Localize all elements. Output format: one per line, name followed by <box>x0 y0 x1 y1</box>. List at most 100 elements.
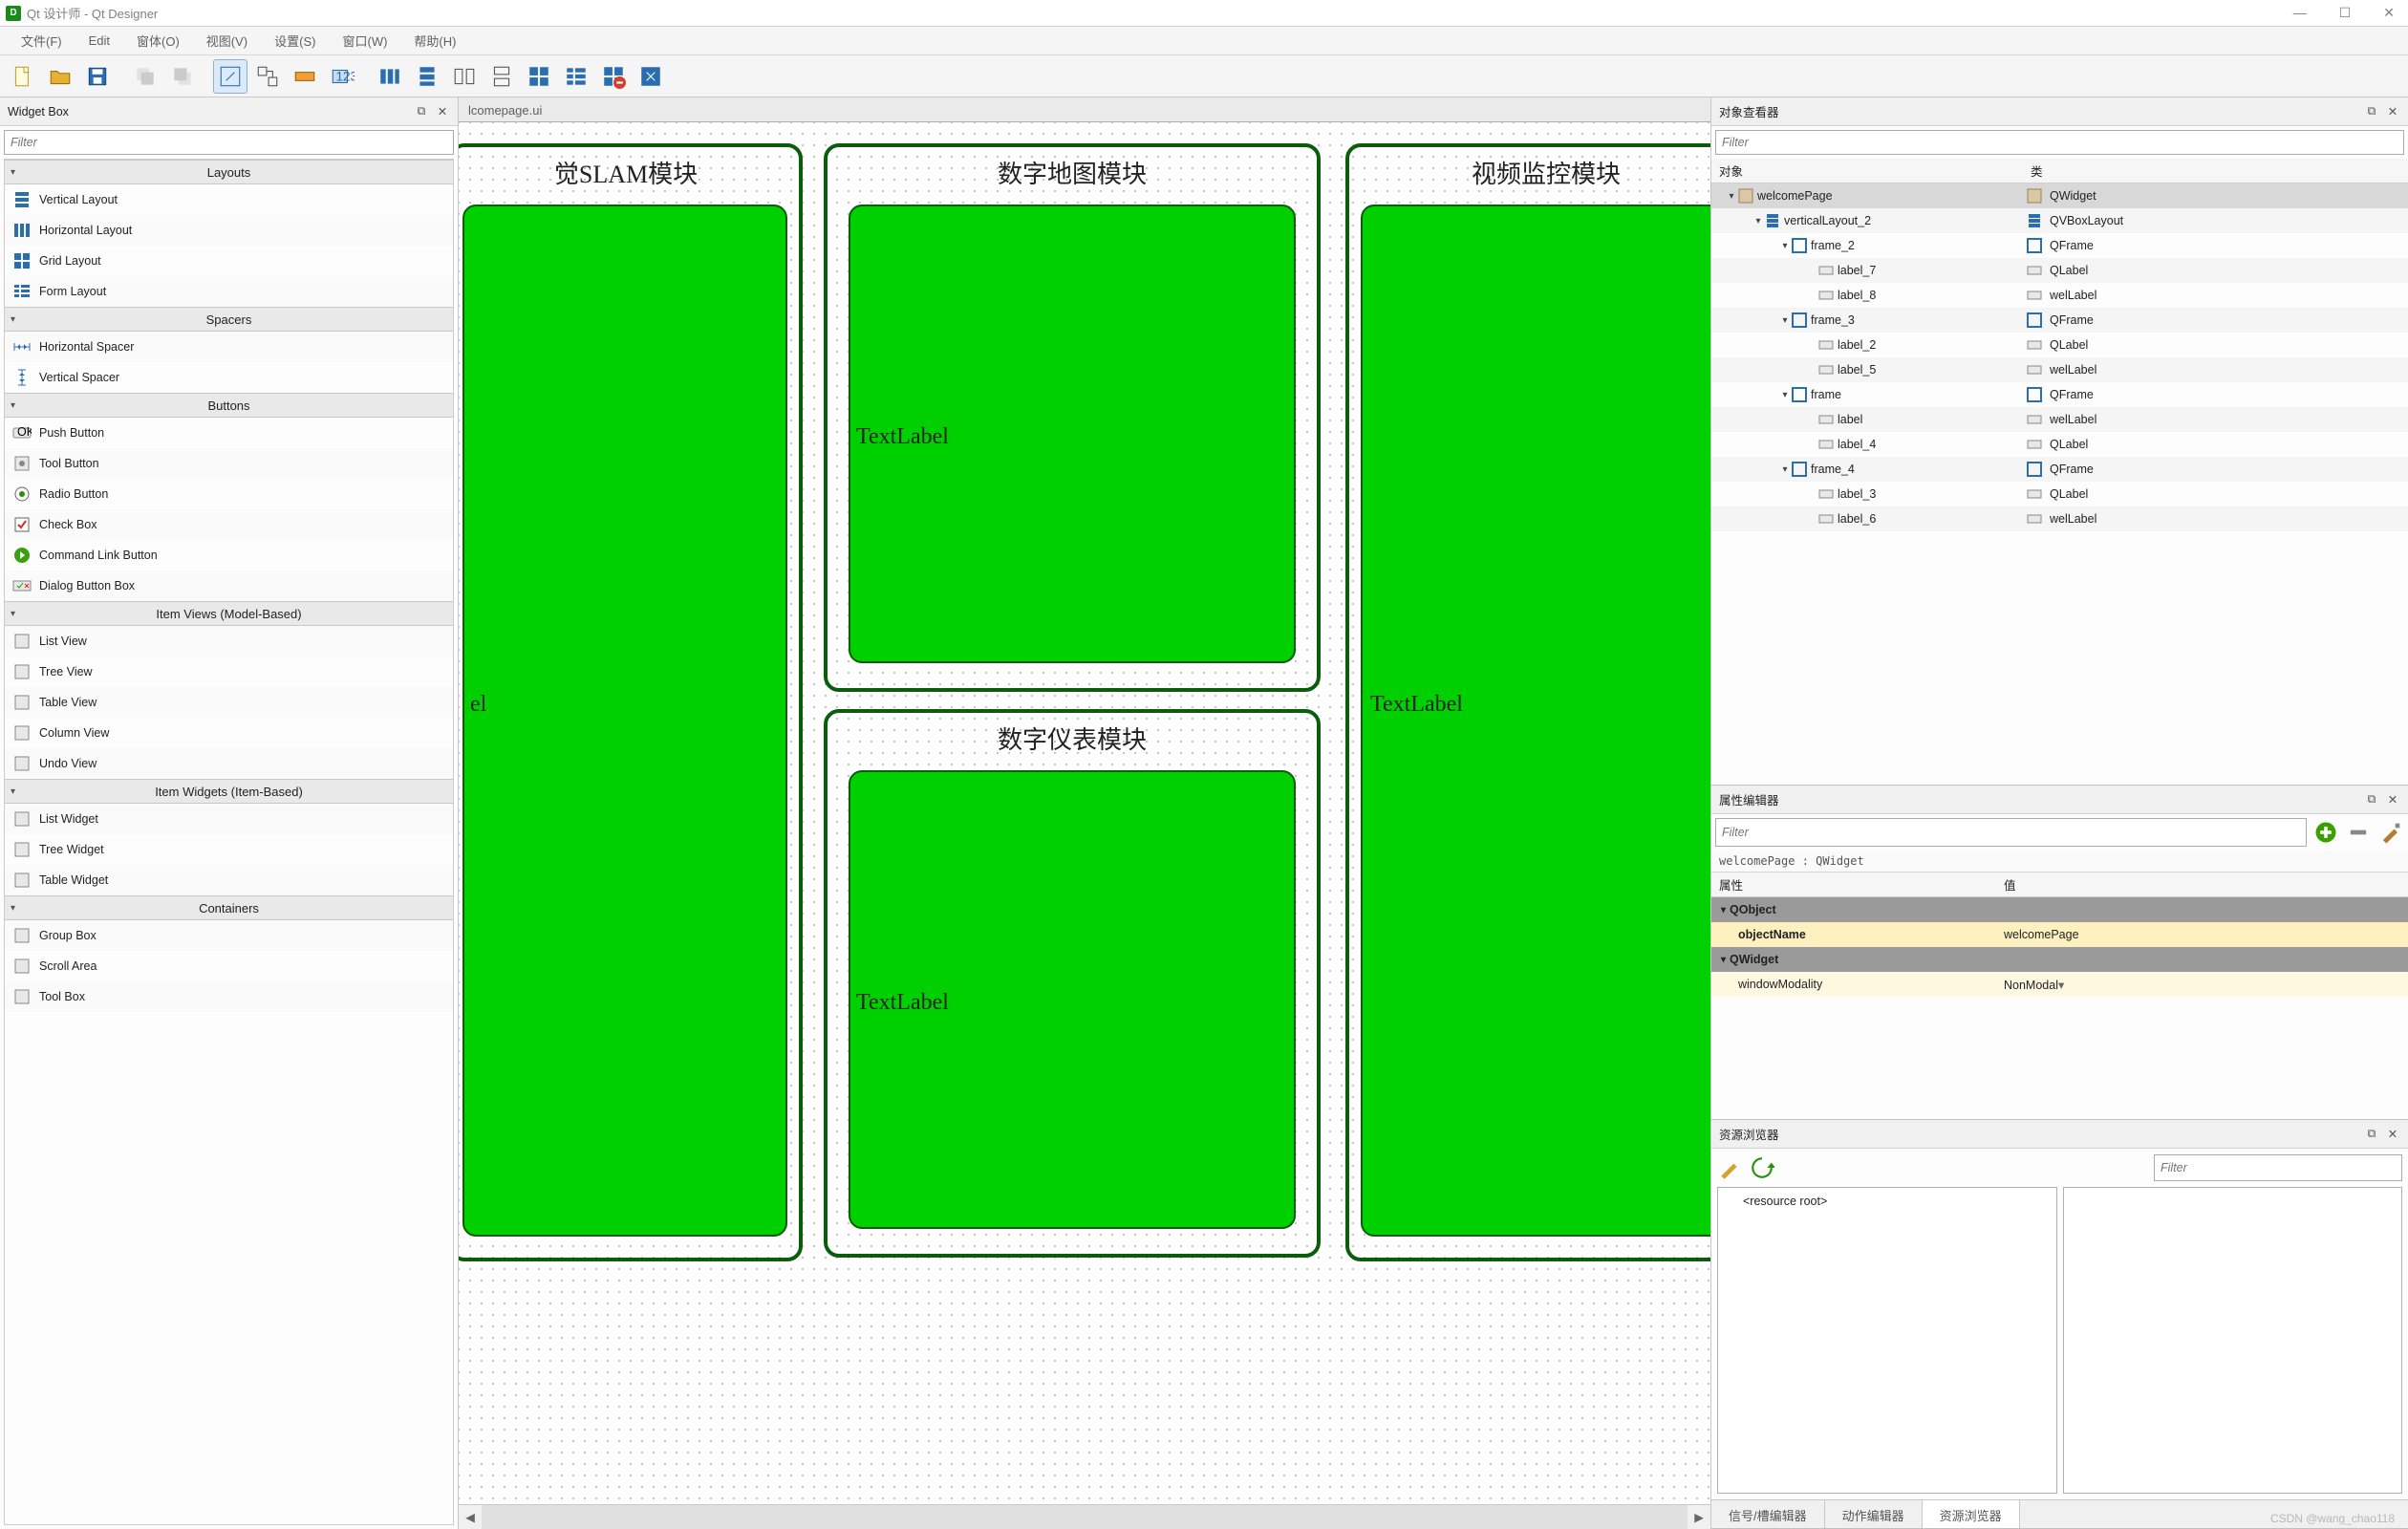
minimize-icon[interactable]: — <box>2293 5 2307 21</box>
widget-item[interactable]: Vertical Spacer <box>5 362 453 393</box>
widget-item[interactable]: Group Box <box>5 920 453 951</box>
widget-item[interactable]: List Widget <box>5 804 453 834</box>
widget-item[interactable]: Tree View <box>5 657 453 687</box>
layout-vertical-button[interactable] <box>410 59 444 94</box>
resource-filter[interactable] <box>2154 1154 2402 1181</box>
property-row[interactable]: windowModalityNonModal▾ <box>1711 972 2408 997</box>
close-panel-icon[interactable]: ✕ <box>435 104 450 118</box>
object-inspector-filter[interactable] <box>1715 130 2404 155</box>
widget-item[interactable]: Vertical Layout <box>5 184 453 215</box>
widget-box-filter[interactable] <box>4 130 454 155</box>
object-tree-row[interactable]: ▾frame_3QFrame <box>1711 308 2408 333</box>
widget-category[interactable]: ▾Buttons <box>5 393 453 418</box>
widget-item[interactable]: Tool Button <box>5 448 453 479</box>
property-row[interactable]: ▾ QWidget <box>1711 947 2408 972</box>
layout-horizontal-button[interactable] <box>373 59 407 94</box>
adjust-size-button[interactable] <box>634 59 668 94</box>
dock-icon[interactable]: ⧉ <box>2364 104 2379 118</box>
object-tree-row[interactable]: ▾verticalLayout_2QVBoxLayout <box>1711 208 2408 233</box>
widget-item[interactable]: List View <box>5 626 453 657</box>
widget-item[interactable]: Form Layout <box>5 276 453 307</box>
maximize-icon[interactable]: ☐ <box>2339 5 2352 21</box>
tab-signal-slot[interactable]: 信号/槽编辑器 <box>1711 1500 1825 1528</box>
object-tree-row[interactable]: ▾frame_4QFrame <box>1711 457 2408 482</box>
widget-item[interactable]: Table Widget <box>5 865 453 895</box>
close-panel-icon[interactable]: ✕ <box>2385 1127 2400 1141</box>
menu-settings[interactable]: 设置(S) <box>261 28 329 54</box>
widget-item[interactable]: Horizontal Layout <box>5 215 453 246</box>
object-tree-row[interactable]: label_8welLabel <box>1711 283 2408 308</box>
widget-item[interactable]: OKPush Button <box>5 418 453 448</box>
menu-file[interactable]: 文件(F) <box>8 28 75 54</box>
menu-view[interactable]: 视图(V) <box>193 28 261 54</box>
menu-edit[interactable]: Edit <box>75 30 123 52</box>
close-icon[interactable]: ✕ <box>2383 5 2395 21</box>
widget-category[interactable]: ▾Item Widgets (Item-Based) <box>5 779 453 804</box>
menu-form[interactable]: 窗体(O) <box>123 28 193 54</box>
bring-front-button[interactable] <box>165 59 200 94</box>
object-tree-row[interactable]: label_3QLabel <box>1711 482 2408 506</box>
layout-form-button[interactable] <box>559 59 593 94</box>
dock-icon[interactable]: ⧉ <box>2364 792 2379 807</box>
property-row[interactable]: ▾ QObject <box>1711 897 2408 922</box>
dock-icon[interactable]: ⧉ <box>2364 1127 2379 1141</box>
tab-action-editor[interactable]: 动作编辑器 <box>1825 1500 1923 1528</box>
object-tree-row[interactable]: label_5welLabel <box>1711 357 2408 382</box>
widget-item[interactable]: Horizontal Spacer <box>5 332 453 362</box>
widget-item[interactable]: Tree Widget <box>5 834 453 865</box>
break-layout-button[interactable] <box>596 59 631 94</box>
resource-tree[interactable]: <resource root> <box>1717 1187 2057 1494</box>
edit-tab-order-button[interactable]: 123 <box>325 59 359 94</box>
layout-grid-button[interactable] <box>522 59 556 94</box>
widget-category[interactable]: ▾Layouts <box>5 160 453 184</box>
design-canvas[interactable]: 觉SLAM模块 el 数字地图模块 TextLabel 数字仪表模块 <box>459 122 1710 1504</box>
widget-item[interactable]: Column View <box>5 718 453 748</box>
save-file-button[interactable] <box>80 59 115 94</box>
object-tree-row[interactable]: ▾frame_2QFrame <box>1711 233 2408 258</box>
widget-category[interactable]: ▾Containers <box>5 895 453 920</box>
widget-item[interactable]: Radio Button <box>5 479 453 509</box>
property-table[interactable]: ▾ QObjectobjectNamewelcomePage▾ QWidgetw… <box>1711 897 2408 997</box>
widget-category[interactable]: ▾Spacers <box>5 307 453 332</box>
horizontal-scrollbar[interactable]: ◀▶ <box>459 1504 1710 1529</box>
widget-item[interactable]: Scroll Area <box>5 951 453 981</box>
widget-item[interactable]: Check Box <box>5 509 453 540</box>
widget-item[interactable]: Grid Layout <box>5 246 453 276</box>
send-back-button[interactable] <box>128 59 162 94</box>
edit-buddies-button[interactable] <box>288 59 322 94</box>
widget-item[interactable]: Dialog Button Box <box>5 571 453 601</box>
remove-property-icon[interactable] <box>2345 819 2372 846</box>
object-tree[interactable]: ▾welcomePageQWidget▾verticalLayout_2QVBo… <box>1711 183 2408 785</box>
layout-vsplit-button[interactable] <box>484 59 519 94</box>
object-tree-row[interactable]: label_7QLabel <box>1711 258 2408 283</box>
open-file-button[interactable] <box>43 59 77 94</box>
widget-item[interactable]: Command Link Button <box>5 540 453 571</box>
widget-item[interactable]: Tool Box <box>5 981 453 1012</box>
configure-icon[interactable] <box>2377 819 2404 846</box>
object-tree-row[interactable]: label_6welLabel <box>1711 506 2408 531</box>
design-file-tab[interactable]: lcomepage.ui <box>461 99 549 121</box>
layout-hsplit-button[interactable] <box>447 59 482 94</box>
object-tree-row[interactable]: ▾welcomePageQWidget <box>1711 183 2408 208</box>
property-filter[interactable] <box>1715 818 2307 847</box>
widget-item[interactable]: Table View <box>5 687 453 718</box>
add-property-icon[interactable] <box>2312 819 2339 846</box>
close-panel-icon[interactable]: ✕ <box>2385 104 2400 118</box>
widget-category[interactable]: ▾Item Views (Model-Based) <box>5 601 453 626</box>
menu-window[interactable]: 窗口(W) <box>329 28 400 54</box>
property-row[interactable]: objectNamewelcomePage <box>1711 922 2408 947</box>
reload-resource-icon[interactable] <box>1750 1155 1774 1180</box>
widget-item[interactable]: Undo View <box>5 748 453 779</box>
edit-widgets-button[interactable] <box>213 59 247 94</box>
new-file-button[interactable] <box>6 59 40 94</box>
dock-icon[interactable]: ⧉ <box>414 104 429 118</box>
menu-help[interactable]: 帮助(H) <box>400 28 469 54</box>
edit-signals-button[interactable] <box>250 59 285 94</box>
edit-resource-icon[interactable] <box>1717 1155 1742 1180</box>
object-tree-row[interactable]: labelwelLabel <box>1711 407 2408 432</box>
tab-resource-browser[interactable]: 资源浏览器 <box>1923 1500 2020 1528</box>
object-tree-row[interactable]: ▾frameQFrame <box>1711 382 2408 407</box>
close-panel-icon[interactable]: ✕ <box>2385 792 2400 807</box>
object-tree-row[interactable]: label_2QLabel <box>1711 333 2408 357</box>
widget-box-list[interactable]: ▾LayoutsVertical LayoutHorizontal Layout… <box>4 159 454 1525</box>
